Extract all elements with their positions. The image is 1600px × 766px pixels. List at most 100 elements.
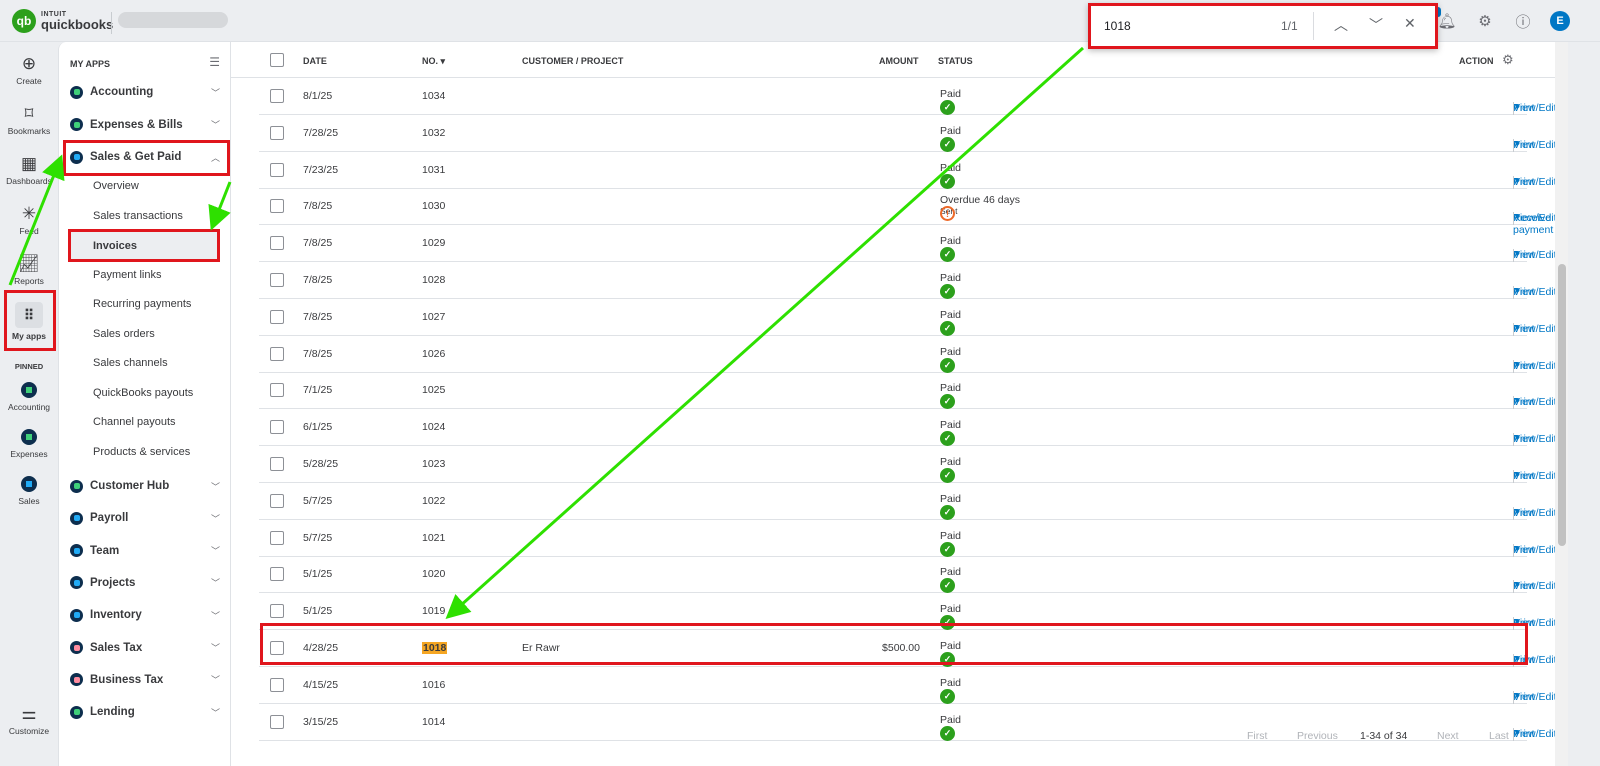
app-customer-hub[interactable]: Customer Hub ﹀ <box>70 476 220 496</box>
more-actions-caret-icon[interactable]: ▼ <box>1513 617 1521 626</box>
row-checkbox[interactable] <box>270 309 284 324</box>
table-row[interactable]: 6/1/25 1024 ✓ Paid View/Edit Print ▼ <box>259 409 1555 447</box>
app-expenses-bills[interactable]: Expenses & Bills ﹀ <box>70 115 220 135</box>
pinned-sales[interactable]: Sales <box>0 476 58 506</box>
table-row[interactable]: 5/28/25 1023 ✓ Paid View/Edit Print ▼ <box>259 446 1555 483</box>
table-row[interactable]: 7/1/25 1025 ✓ Paid View/Edit Print ▼ <box>259 372 1555 410</box>
row-checkbox[interactable] <box>270 677 284 692</box>
table-row[interactable]: 5/7/25 1022 ✓ Paid View/Edit Print ▼ <box>259 483 1555 520</box>
rail-customize[interactable]: ⚌ Customize <box>0 704 58 736</box>
table-row[interactable]: 7/8/25 1030 ! Overdue 46 days Sent View/Ed… <box>259 188 1555 236</box>
table-row[interactable]: 4/15/25 1016 ✓ Paid View/Edit Print ▼ <box>259 667 1555 704</box>
app-business-tax[interactable]: Business Tax ﹀ <box>70 670 220 690</box>
quickbooks-logo[interactable]: qb INTUIT quickbooks <box>12 9 113 33</box>
sidebar-subitem[interactable]: Sales channels <box>93 357 168 369</box>
select-all-checkbox[interactable] <box>270 53 284 67</box>
sidebar-subitem[interactable]: Recurring payments <box>93 298 191 310</box>
pager-previous[interactable]: Previous <box>1297 730 1338 742</box>
scrollbar-thumb[interactable] <box>1558 264 1566 546</box>
chevron-down-icon[interactable]: ﹀ <box>211 673 220 686</box>
sidebar-subitem[interactable]: Channel payouts <box>93 416 176 428</box>
more-actions-caret-icon[interactable]: ▼ <box>1513 433 1521 442</box>
avatar[interactable]: E <box>1550 11 1570 31</box>
more-actions-caret-icon[interactable]: ▼ <box>1513 544 1521 553</box>
row-checkbox[interactable] <box>270 530 284 545</box>
sidebar-subitem[interactable]: QuickBooks payouts <box>93 387 193 399</box>
more-actions-caret-icon[interactable]: ▼ <box>1513 728 1521 737</box>
table-row[interactable]: 5/1/25 1019 ✓ Paid View/Edit Print ▼ <box>259 593 1555 631</box>
collapse-panel-icon[interactable]: ☰ <box>209 55 220 69</box>
table-settings-gear-icon[interactable]: ⚙ <box>1502 52 1514 68</box>
row-checkbox[interactable] <box>270 89 284 103</box>
more-actions-caret-icon[interactable]: ▼ <box>1513 249 1521 258</box>
row-checkbox[interactable] <box>270 604 284 619</box>
app-sales-get-paid[interactable]: Sales & Get Paid ︿ <box>70 147 220 167</box>
sidebar-subitem[interactable]: Payment links <box>93 269 161 281</box>
chevron-down-icon[interactable]: ﹀ <box>211 544 220 557</box>
table-row[interactable]: 7/28/25 1032 ✓ Paid View/Edit Print ▼ <box>259 115 1555 152</box>
find-input[interactable]: 1018 <box>1104 19 1131 33</box>
more-actions-caret-icon[interactable]: ▼ <box>1513 691 1521 700</box>
col-customer[interactable]: CUSTOMER / PROJECT <box>522 56 623 66</box>
sidebar-subitem[interactable]: Products & services <box>93 446 190 458</box>
table-row[interactable]: 7/8/25 1027 ✓ Paid View/Edit Print ▼ <box>259 299 1555 336</box>
rail-bookmarks[interactable]: ⌑ Bookmarks <box>0 104 58 136</box>
more-actions-caret-icon[interactable]: ▼ <box>1513 102 1521 111</box>
rail-dashboards[interactable]: ▦ Dashboards <box>0 154 58 186</box>
row-checkbox[interactable] <box>270 125 284 140</box>
table-row[interactable]: 8/1/25 1034 ✓ Paid View/Edit Print ▼ <box>259 78 1555 115</box>
sidebar-subitem[interactable]: Overview <box>93 180 139 192</box>
row-checkbox[interactable] <box>270 383 284 398</box>
find-previous-chevron-up-icon[interactable]: ︿ <box>1334 15 1348 35</box>
rail-feed[interactable]: ✳ Feed <box>0 204 58 236</box>
row-checkbox[interactable] <box>270 273 284 287</box>
chevron-down-icon[interactable]: ﹀ <box>211 706 220 719</box>
row-checkbox[interactable] <box>270 714 284 729</box>
sidebar-subitem[interactable]: Sales orders <box>93 328 155 340</box>
row-checkbox[interactable] <box>270 641 284 655</box>
more-actions-caret-icon[interactable]: ▼ <box>1513 470 1521 479</box>
rail-my-apps[interactable]: ⠿ My apps <box>0 302 58 341</box>
app-projects[interactable]: Projects ﹀ <box>70 573 220 593</box>
table-row[interactable]: 7/23/25 1031 ✓ Paid View/Edit Print ▼ <box>259 152 1555 189</box>
col-amount[interactable]: AMOUNT <box>879 56 919 66</box>
row-checkbox[interactable] <box>270 346 284 361</box>
more-actions-caret-icon[interactable]: ▼ <box>1513 176 1521 185</box>
row-checkbox[interactable] <box>270 236 284 251</box>
pager-last[interactable]: Last <box>1489 730 1509 742</box>
table-row[interactable]: 7/8/25 1026 ✓ Paid View/Edit Print ▼ <box>259 336 1555 373</box>
app-sales-tax[interactable]: Sales Tax ﹀ <box>70 638 220 658</box>
help-icon[interactable]: ⓘ <box>1512 10 1534 32</box>
notifications-bell-icon[interactable]: 🔔︎7 <box>1430 7 1458 32</box>
settings-gear-icon[interactable]: ⚙ <box>1474 10 1496 32</box>
chevron-down-icon[interactable]: ﹀ <box>211 609 220 622</box>
pinned-expenses[interactable]: Expenses <box>0 429 58 459</box>
find-next-chevron-down-icon[interactable]: ﹀ <box>1369 15 1383 35</box>
app-accounting[interactable]: Accounting ﹀ <box>70 82 220 102</box>
row-checkbox[interactable] <box>270 420 284 435</box>
table-row[interactable]: 4/28/25 1018 Er Rawr $500.00 ✓ Paid View/E… <box>259 630 1555 667</box>
row-checkbox[interactable] <box>270 493 284 508</box>
rail-create[interactable]: ⊕ Create <box>0 54 58 86</box>
table-row[interactable]: 7/8/25 1029 ✓ Paid View/Edit Print ▼ <box>259 225 1555 263</box>
more-actions-caret-icon[interactable]: ▼ <box>1513 139 1521 148</box>
more-actions-caret-icon[interactable]: ▼ <box>1513 360 1521 369</box>
app-inventory[interactable]: Inventory ﹀ <box>70 605 220 625</box>
chevron-down-icon[interactable]: ﹀ <box>211 641 220 654</box>
more-actions-caret-icon[interactable]: ▼ <box>1513 323 1521 332</box>
find-close-icon[interactable]: ✕ <box>1404 15 1416 32</box>
more-actions-caret-icon[interactable]: ▼ <box>1513 396 1521 405</box>
chevron-down-icon[interactable]: ﹀ <box>211 480 220 493</box>
sidebar-subitem[interactable]: Sales transactions <box>93 210 183 222</box>
col-status[interactable]: STATUS <box>938 56 973 66</box>
table-row[interactable]: 7/8/25 1028 ✓ Paid View/Edit Print ▼ <box>259 262 1555 299</box>
sidebar-item-invoices[interactable]: Invoices <box>70 232 218 260</box>
row-checkbox[interactable] <box>270 199 284 214</box>
more-actions-caret-icon[interactable]: ▼ <box>1513 580 1521 589</box>
pager-first[interactable]: First <box>1247 730 1267 742</box>
chevron-up-icon[interactable]: ︿ <box>211 151 220 164</box>
table-row[interactable]: 5/1/25 1020 ✓ Paid View/Edit Print ▼ <box>259 556 1555 594</box>
col-date[interactable]: DATE <box>303 56 327 66</box>
pager-next[interactable]: Next <box>1437 730 1459 742</box>
chevron-down-icon[interactable]: ﹀ <box>211 118 220 131</box>
